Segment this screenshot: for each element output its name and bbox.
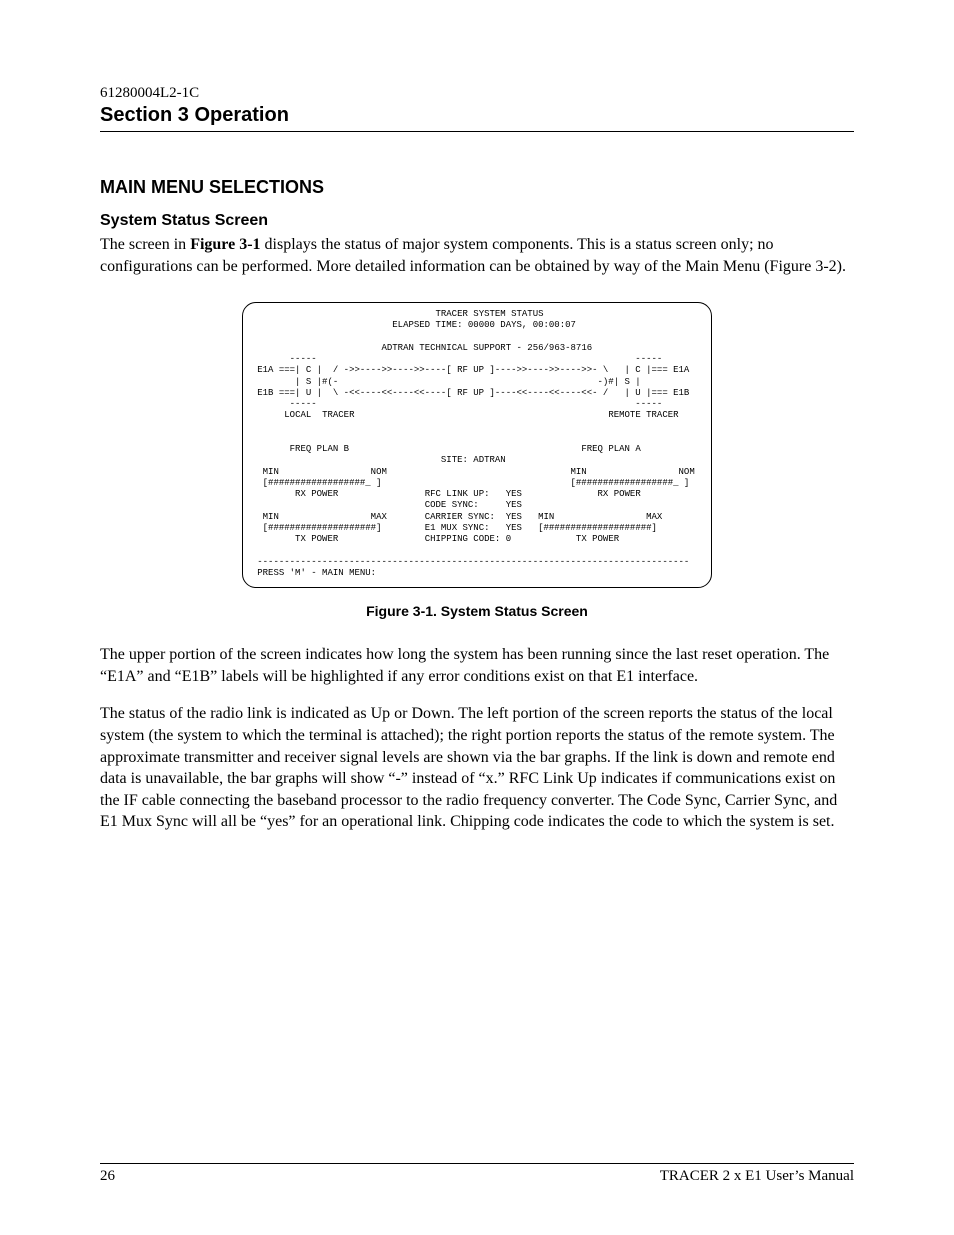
terminal-local-label: LOCAL TRACER <box>284 410 354 420</box>
terminal-press-m: PRESS 'M' - MAIN MENU: <box>257 568 376 578</box>
footer-manual-title: TRACER 2 x E1 User’s Manual <box>660 1168 854 1185</box>
terminal-elapsed: ELAPSED TIME: 00000 DAYS, 00:00:07 <box>392 320 576 330</box>
header-rule <box>100 131 854 132</box>
footer-rule <box>100 1163 854 1164</box>
intro-paragraph: The screen in Figure 3-1 displays the st… <box>100 234 854 277</box>
heading-main: MAIN MENU SELECTIONS <box>100 177 854 198</box>
section-title: Section 3 Operation <box>100 104 854 127</box>
figure-caption: Figure 3-1. System Status Screen <box>100 603 854 619</box>
intro-text-a: The screen in <box>100 236 190 253</box>
page-footer: 26 TRACER 2 x E1 User’s Manual <box>100 1163 854 1185</box>
terminal-remote-label: REMOTE TRACER <box>608 410 678 420</box>
terminal-freq-local: FREQ PLAN B <box>290 444 349 454</box>
terminal-site: SITE: ADTRAN <box>441 455 506 465</box>
terminal-chipping: CHIPPING CODE: 0 <box>425 534 511 544</box>
header-doc-code: 61280004L2-1C <box>100 85 854 102</box>
terminal-codesync: CODE SYNC: YES <box>425 500 522 510</box>
heading-sub: System Status Screen <box>100 212 854 230</box>
terminal-e1mux: E1 MUX SYNC: YES <box>425 523 522 533</box>
terminal-rfc: RFC LINK UP: YES <box>425 489 522 499</box>
figure-block: TRACER SYSTEM STATUS ELAPSED TIME: 00000… <box>100 293 854 597</box>
terminal-screen: TRACER SYSTEM STATUS ELAPSED TIME: 00000… <box>242 302 711 588</box>
page-number: 26 <box>100 1168 115 1185</box>
terminal-title: TRACER SYSTEM STATUS <box>435 309 543 319</box>
para-upper-portion: The upper portion of the screen indicate… <box>100 644 854 687</box>
figure-ref-bold: Figure 3-1 <box>190 236 260 253</box>
terminal-freq-remote: FREQ PLAN A <box>581 444 640 454</box>
terminal-carriersync: CARRIER SYNC: YES <box>425 512 522 522</box>
terminal-support: ADTRAN TECHNICAL SUPPORT - 256/963-8716 <box>381 343 592 353</box>
para-status-radio: The status of the radio link is indicate… <box>100 703 854 833</box>
